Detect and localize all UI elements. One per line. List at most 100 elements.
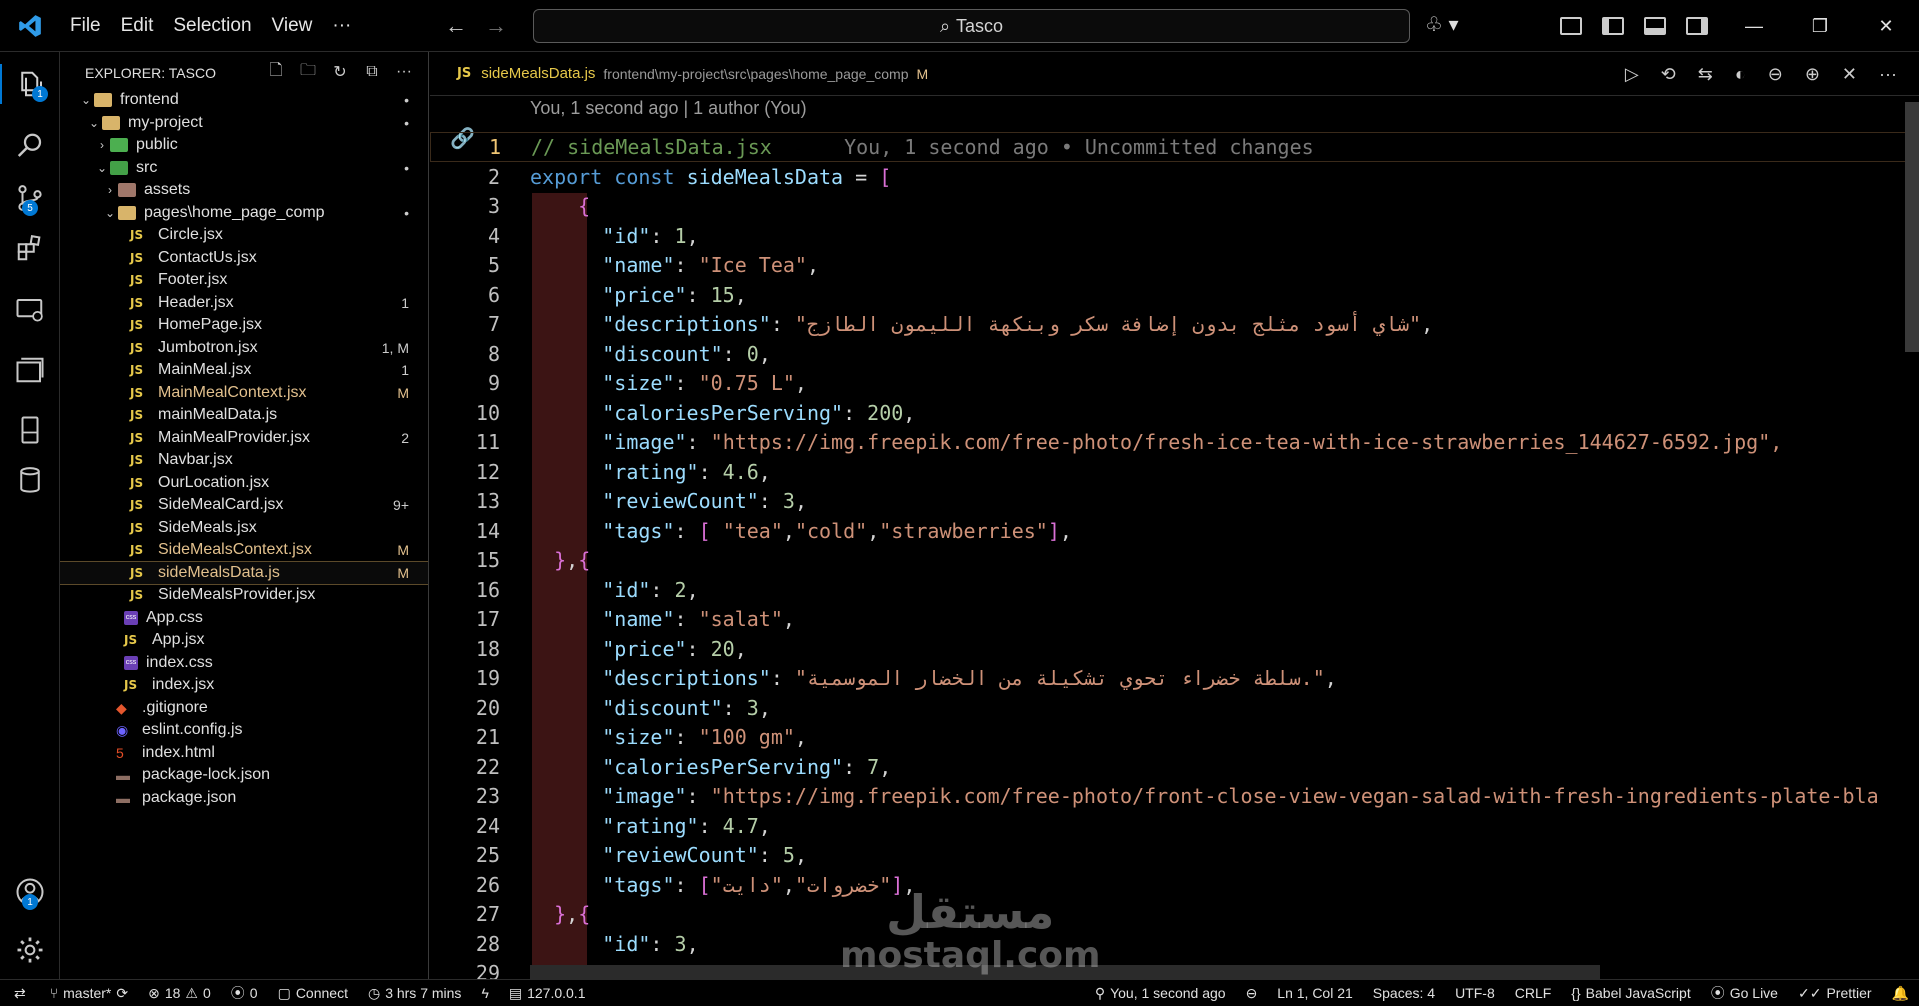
tree-item[interactable]: JS App.jsx: [60, 629, 428, 652]
tree-item[interactable]: ⌄ pages\home_page_comp •: [60, 202, 428, 225]
prettier-item[interactable]: ✓✓ Prettier: [1788, 980, 1882, 1006]
code-line[interactable]: 14 "tags": [ "tea","cold","strawberries"…: [430, 516, 1919, 546]
tree-item[interactable]: JS HomePage.jsx: [60, 314, 428, 337]
testing-icon[interactable]: [10, 350, 50, 390]
open-changes-icon[interactable]: ◐: [1735, 64, 1746, 85]
toggle-panel-icon[interactable]: [1644, 17, 1666, 35]
code-line[interactable]: 10 "caloriesPerServing": 200,: [430, 398, 1919, 428]
tree-item[interactable]: JS MainMealProvider.jsx 2: [60, 427, 428, 450]
remote-indicator-icon[interactable]: ⇄: [0, 980, 40, 1006]
code-line[interactable]: 11 "image": "https://img.freepik.com/fre…: [430, 427, 1919, 457]
indentation[interactable]: Spaces: 4: [1363, 980, 1445, 1006]
code-line[interactable]: 24 "rating": 4.7,: [430, 811, 1919, 841]
code-text[interactable]: "size": "100 gm",: [530, 725, 807, 749]
menu-selection[interactable]: Selection: [163, 0, 261, 52]
settings-gear-icon[interactable]: [10, 930, 50, 970]
code-text[interactable]: "discount": 0,: [530, 342, 771, 366]
code-line[interactable]: 19 "descriptions": "سلطة خضراء تحوي تشكي…: [430, 663, 1919, 693]
branch-item[interactable]: ⑂ master* ⟳: [40, 980, 138, 1006]
code-text[interactable]: "name": "Ice Tea",: [530, 253, 819, 277]
menu-more[interactable]: ···: [322, 0, 361, 52]
minimize-icon[interactable]: —: [1721, 16, 1787, 37]
more-actions-icon[interactable]: ···: [395, 63, 413, 81]
customize-layout-icon[interactable]: [1560, 17, 1582, 35]
refresh-icon[interactable]: ↻: [331, 63, 349, 81]
tree-item[interactable]: JS SideMeals.jsx: [60, 517, 428, 540]
toggle-secondary-sidebar-icon[interactable]: [1686, 17, 1708, 35]
language-mode[interactable]: {} Babel JavaScript: [1561, 980, 1700, 1006]
connect-item[interactable]: ▢ Connect: [268, 980, 358, 1006]
code-line[interactable]: 7 "descriptions": "شاي أسود مثلج بدون إض…: [430, 309, 1919, 339]
go-live-item[interactable]: ⦿ Go Live: [1701, 980, 1788, 1006]
collapse-all-icon[interactable]: ⧉: [363, 63, 381, 81]
database-icon[interactable]: [10, 460, 50, 500]
code-text[interactable]: "rating": 4.7,: [530, 814, 771, 838]
explorer-icon[interactable]: 1: [0, 64, 60, 104]
source-control-icon[interactable]: 5: [10, 178, 50, 218]
back-arrow-icon[interactable]: ←: [445, 13, 467, 39]
code-text[interactable]: // sideMealsData.jsx You, 1 second ago •…: [531, 135, 1314, 159]
chevron-down-icon[interactable]: ⌄: [78, 93, 94, 107]
next-change-icon[interactable]: ⊕: [1805, 64, 1820, 85]
code-text[interactable]: "image": "https://img.freepik.com/free-p…: [530, 430, 1782, 454]
tree-item[interactable]: JS OurLocation.jsx: [60, 472, 428, 495]
tree-item[interactable]: › assets: [60, 179, 428, 202]
problems-item[interactable]: ⊗ 18 ⚠ 0: [138, 980, 221, 1006]
tree-item[interactable]: css index.css: [60, 652, 428, 675]
tree-item[interactable]: JS Jumbotron.jsx 1, M: [60, 337, 428, 360]
tree-item[interactable]: ⌄ src •: [60, 157, 428, 180]
code-line[interactable]: 23 "image": "https://img.freepik.com/fre…: [430, 781, 1919, 811]
code-line[interactable]: 6 "price": 15,: [430, 280, 1919, 310]
copilot-icon[interactable]: ♧ ▾: [1425, 12, 1459, 37]
code-line[interactable]: 22 "caloriesPerServing": 7,: [430, 752, 1919, 782]
timeline-icon[interactable]: ⟲: [1661, 64, 1676, 85]
chevron-right-icon[interactable]: ›: [102, 183, 118, 197]
tree-item[interactable]: JS Footer.jsx: [60, 269, 428, 292]
accounts-icon[interactable]: 1: [10, 872, 50, 912]
chevron-down-icon[interactable]: ⌄: [86, 116, 102, 130]
menu-view[interactable]: View: [262, 0, 323, 52]
code-line[interactable]: 17 "name": "salat",: [430, 604, 1919, 634]
code-text[interactable]: },{: [530, 902, 590, 926]
menu-file[interactable]: File: [60, 0, 111, 52]
tree-item[interactable]: ▬ package-lock.json: [60, 764, 428, 787]
code-line[interactable]: 15 },{: [430, 545, 1919, 575]
time-tracker-item[interactable]: ◷ 3 hrs 7 mins: [358, 980, 471, 1006]
tree-item[interactable]: ⌄ frontend •: [60, 89, 428, 112]
code-text[interactable]: "reviewCount": 5,: [530, 843, 807, 867]
code-line[interactable]: 8 "discount": 0,: [430, 339, 1919, 369]
chevron-right-icon[interactable]: ›: [94, 138, 110, 152]
compare-changes-icon[interactable]: ⇆: [1698, 64, 1713, 85]
code-text[interactable]: "caloriesPerServing": 7,: [530, 755, 891, 779]
ip-item[interactable]: ▤ 127.0.0.1: [499, 980, 596, 1006]
code-text[interactable]: "id": 3,: [530, 932, 698, 956]
code-line[interactable]: 16 "id": 2,: [430, 575, 1919, 605]
forward-arrow-icon[interactable]: →: [485, 13, 507, 39]
code-text[interactable]: "name": "salat",: [530, 607, 795, 631]
notifications-bell-icon[interactable]: 🔔: [1882, 980, 1919, 1006]
code-line[interactable]: 2 export const sideMealsData = [: [430, 162, 1919, 192]
tree-item[interactable]: JS MainMeal.jsx 1: [60, 359, 428, 382]
close-icon[interactable]: ✕: [1842, 64, 1857, 85]
toggle-primary-sidebar-icon[interactable]: [1602, 17, 1624, 35]
tree-item[interactable]: ▬ package.json: [60, 787, 428, 810]
code-text[interactable]: export const sideMealsData = [: [530, 165, 891, 189]
vertical-scrollbar[interactable]: [1905, 102, 1919, 352]
code-text[interactable]: "size": "0.75 L",: [530, 371, 807, 395]
tree-item[interactable]: JS Navbar.jsx: [60, 449, 428, 472]
code-text[interactable]: "tags": [ "tea","cold","strawberries"],: [530, 519, 1072, 543]
code-line[interactable]: 5 "name": "Ice Tea",: [430, 250, 1919, 280]
code-text[interactable]: "descriptions": "شاي أسود مثلج بدون إضاف…: [530, 312, 1433, 336]
chevron-down-icon[interactable]: ⌄: [94, 161, 110, 175]
code-text[interactable]: "image": "https://img.freepik.com/free-p…: [530, 784, 1878, 808]
code-line[interactable]: 20 "discount": 3,: [430, 693, 1919, 723]
tree-item[interactable]: JS SideMealsContext.jsx M: [60, 539, 428, 562]
tree-item[interactable]: JS index.jsx: [60, 674, 428, 697]
code-line[interactable]: 9 "size": "0.75 L",: [430, 368, 1919, 398]
code-line[interactable]: 1 // sideMealsData.jsx You, 1 second ago …: [430, 132, 1919, 162]
code-line[interactable]: 18 "price": 20,: [430, 634, 1919, 664]
run-icon[interactable]: ▷: [1625, 64, 1639, 85]
code-text[interactable]: "id": 1,: [530, 224, 698, 248]
encoding[interactable]: UTF-8: [1445, 980, 1505, 1006]
code-line[interactable]: 13 "reviewCount": 3,: [430, 486, 1919, 516]
